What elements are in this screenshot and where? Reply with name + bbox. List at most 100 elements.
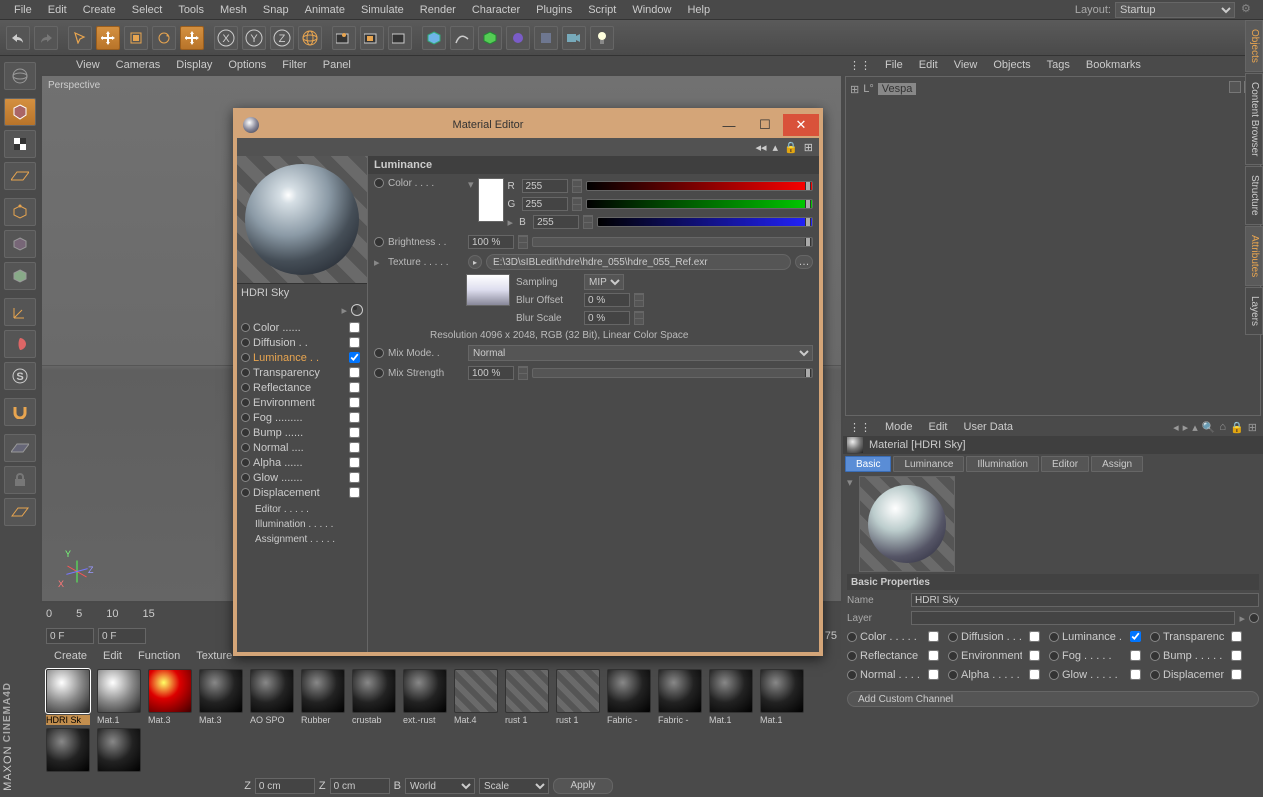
channel-normal-checkbox[interactable]: [928, 669, 939, 680]
dlg-channel-transparency[interactable]: Transparency: [241, 365, 363, 380]
camera-icon[interactable]: [562, 26, 586, 50]
last-tool-icon[interactable]: [180, 26, 204, 50]
objmenu-bookmarks[interactable]: Bookmarks: [1078, 57, 1149, 73]
objmenu-edit[interactable]: Edit: [911, 57, 946, 73]
coord-system-select[interactable]: World: [405, 778, 475, 794]
sampling-select[interactable]: MIP: [584, 274, 624, 290]
menu-create[interactable]: Create: [75, 1, 124, 19]
material-swatch[interactable]: Mat.3: [146, 669, 194, 725]
dlg-channel-displacement[interactable]: Displacement: [241, 485, 363, 500]
channel-bump-checkbox[interactable]: [1231, 650, 1242, 661]
slider-brightness[interactable]: [532, 237, 813, 247]
menu-select[interactable]: Select: [124, 1, 171, 19]
frame-to-input[interactable]: [98, 628, 146, 644]
channel-glow-checkbox[interactable]: [1130, 669, 1141, 680]
attr-nav-icon[interactable]: ◂: [1173, 421, 1179, 434]
dlg-channel-bump[interactable]: Bump ......: [241, 425, 363, 440]
apply-button[interactable]: Apply: [553, 778, 613, 794]
render-settings-icon[interactable]: [388, 26, 412, 50]
menu-animate[interactable]: Animate: [297, 1, 353, 19]
menu-render[interactable]: Render: [412, 1, 464, 19]
workplane-icon[interactable]: [4, 162, 36, 190]
material-swatch[interactable]: Mat.4: [452, 669, 500, 725]
render-region-icon[interactable]: [360, 26, 384, 50]
slider-r[interactable]: [586, 181, 813, 191]
material-swatch[interactable]: Mat.1: [44, 728, 92, 775]
generator-icon[interactable]: [478, 26, 502, 50]
select-icon[interactable]: [68, 26, 92, 50]
minimize-icon[interactable]: —: [711, 114, 747, 136]
snap-toggle-icon[interactable]: S: [4, 362, 36, 390]
coord-sys-icon[interactable]: [298, 26, 322, 50]
light-icon[interactable]: [590, 26, 614, 50]
menu-window[interactable]: Window: [624, 1, 679, 19]
tab-illumination[interactable]: Illumination: [966, 456, 1039, 472]
attr-nav-icon[interactable]: ▴: [1192, 421, 1198, 434]
color-b-input[interactable]: [533, 215, 579, 229]
model-mode-icon[interactable]: [4, 98, 36, 126]
edges-mode-icon[interactable]: [4, 230, 36, 258]
objmenu-tags[interactable]: Tags: [1039, 57, 1078, 73]
blur-scale-input[interactable]: [584, 311, 630, 325]
attr-nav-icon[interactable]: 🔒: [1230, 421, 1244, 434]
dlg-channel-luminance[interactable]: Luminance . .: [241, 350, 363, 365]
color-r-input[interactable]: [522, 179, 568, 193]
menu-script[interactable]: Script: [580, 1, 624, 19]
workplane-snap-icon[interactable]: [4, 434, 36, 462]
matmenu-function[interactable]: Function: [130, 648, 188, 664]
menu-tools[interactable]: Tools: [170, 1, 212, 19]
attr-nav-icon[interactable]: ▸: [1183, 421, 1189, 434]
slider-mix-strength[interactable]: [532, 368, 813, 378]
material-swatch[interactable]: rust 1: [503, 669, 551, 725]
channel-displacement-checkbox[interactable]: [1231, 669, 1242, 680]
object-tree[interactable]: ⊞ L° Vespa: [845, 76, 1261, 416]
material-swatch[interactable]: HDRI Sk: [44, 669, 92, 725]
material-swatch[interactable]: Fabric -: [605, 669, 653, 725]
tab-basic[interactable]: Basic: [845, 456, 891, 472]
attr-nav-icon[interactable]: 🔍: [1202, 421, 1216, 434]
undo-icon[interactable]: [6, 26, 30, 50]
maximize-icon[interactable]: ☐: [747, 114, 783, 136]
attrmenu-mode[interactable]: Mode: [877, 419, 921, 435]
channel-reflectance-checkbox[interactable]: [928, 650, 939, 661]
sidetab-objects[interactable]: Objects: [1245, 20, 1263, 72]
nav-up-icon[interactable]: ▴: [773, 141, 779, 154]
menu-edit[interactable]: Edit: [40, 1, 75, 19]
material-swatch[interactable]: Mat.1: [707, 669, 755, 725]
matmenu-edit[interactable]: Edit: [95, 648, 130, 664]
viewmenu-cameras[interactable]: Cameras: [108, 57, 169, 73]
viewmenu-display[interactable]: Display: [168, 57, 220, 73]
make-editable-icon[interactable]: [4, 62, 36, 90]
menu-snap[interactable]: Snap: [255, 1, 297, 19]
material-swatch[interactable]: Mat.1: [95, 669, 143, 725]
coord-mode-select[interactable]: Scale: [479, 778, 549, 794]
dlg-sub-editor[interactable]: Editor . . . . .: [237, 502, 367, 517]
material-swatch[interactable]: Mat.3: [197, 669, 245, 725]
dlg-channel-environment[interactable]: Environment: [241, 395, 363, 410]
render-icon[interactable]: [332, 26, 356, 50]
material-layer-input[interactable]: [911, 611, 1235, 625]
axis-x-icon[interactable]: X: [214, 26, 238, 50]
scale-icon[interactable]: [124, 26, 148, 50]
viewmenu-panel[interactable]: Panel: [315, 57, 359, 73]
material-swatch[interactable]: Mat.1: [95, 728, 143, 775]
sidetab-attributes[interactable]: Attributes: [1245, 226, 1263, 286]
mix-mode-select[interactable]: Normal: [468, 345, 813, 361]
layout-select[interactable]: Startup: [1115, 2, 1235, 18]
tweak-icon[interactable]: [4, 330, 36, 358]
axis-y-icon[interactable]: Y: [242, 26, 266, 50]
channel-luminance-checkbox[interactable]: [1130, 631, 1141, 642]
sidetab-structure[interactable]: Structure: [1245, 166, 1263, 225]
material-name-input[interactable]: [911, 593, 1259, 607]
dialog-titlebar[interactable]: Material Editor — ☐ ✕: [237, 112, 819, 138]
snap-settings-icon[interactable]: [4, 398, 36, 426]
axis-z-icon[interactable]: Z: [270, 26, 294, 50]
deformer-icon[interactable]: [506, 26, 530, 50]
texture-menu-icon[interactable]: ▸: [468, 255, 482, 269]
frame-from-input[interactable]: [46, 628, 94, 644]
mix-strength-input[interactable]: [468, 366, 514, 380]
texture-mode-icon[interactable]: [4, 130, 36, 158]
close-icon[interactable]: ✕: [783, 114, 819, 136]
dlg-channel-diffusion[interactable]: Diffusion . .: [241, 335, 363, 350]
dlg-channel-alpha[interactable]: Alpha ......: [241, 455, 363, 470]
